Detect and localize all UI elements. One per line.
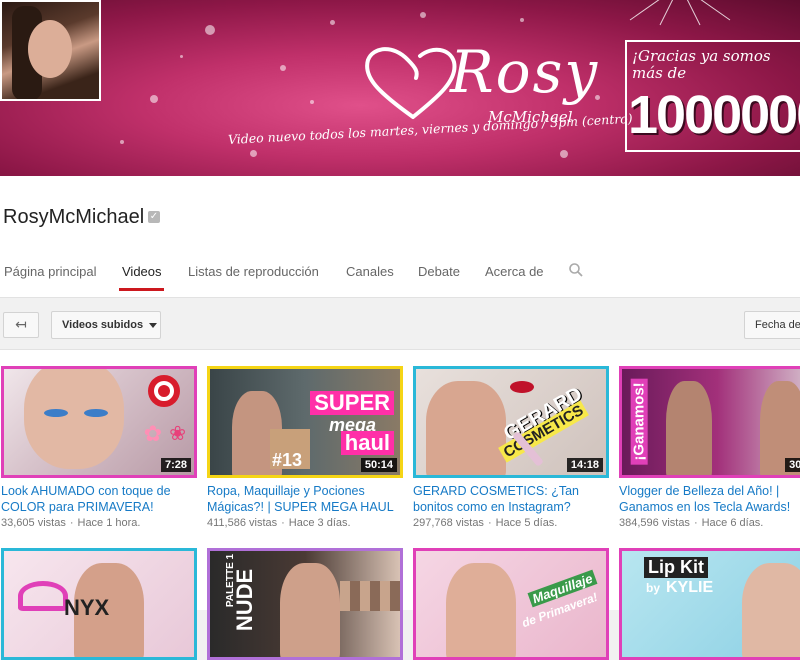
thumbnail-overlay-text: NUDE [232, 568, 258, 632]
filter-label: Videos subidos [62, 319, 144, 331]
video-title[interactable]: Look AHUMADO con toque de COLOR para PRI… [1, 483, 197, 515]
upload-age: Hace 1 hora. [77, 517, 141, 529]
arrow-back-icon: ↤ [15, 316, 27, 332]
video-meta: 411,586 vistas · Hace 3 días. [207, 517, 351, 529]
view-count: 411,586 vistas [207, 517, 278, 529]
video-duration: 30: [785, 458, 800, 472]
upload-age: Hace 6 días. [701, 517, 764, 529]
video-duration: 50:14 [360, 458, 397, 472]
video-card[interactable]: GERARD COSMETICS 14:18 GERARD COSMETICS:… [413, 366, 609, 529]
tab-channels[interactable]: Canales [346, 264, 394, 279]
video-thumbnail[interactable]: SUPER mega haul #13 50:14 [207, 366, 403, 478]
video-duration: 7:28 [160, 458, 191, 472]
video-meta: 33,605 vistas · Hace 1 hora. [1, 517, 141, 529]
caret-down-icon [149, 322, 158, 328]
tab-videos[interactable]: Videos [122, 264, 162, 279]
video-card[interactable]: SUPER mega haul #13 50:14 Ropa, Maquilla… [207, 366, 403, 529]
video-duration: 14:18 [566, 458, 603, 472]
tab-about[interactable]: Acerca de [485, 264, 544, 279]
video-thumbnail[interactable]: PALETTE 1 NUDE [207, 548, 403, 660]
video-thumbnail[interactable]: ✿ ❀ 7:28 [1, 366, 197, 478]
video-thumbnail[interactable]: NYX [1, 548, 197, 660]
upload-age: Hace 3 días. [288, 517, 351, 529]
video-thumbnail[interactable]: GERARD COSMETICS 14:18 [413, 366, 609, 478]
bikini-top-icon [18, 581, 68, 611]
channel-banner: Rosy McMichael Video nuevo todos los mar… [0, 0, 800, 176]
milestone-number: 1000000 [628, 85, 800, 145]
view-count: 384,596 vistas [619, 517, 690, 529]
thumbnail-overlay-text: KYLIE [666, 579, 714, 596]
video-thumbnail[interactable]: Lip Kit by KYLIE [619, 548, 800, 660]
upload-age: Hace 5 días. [495, 517, 558, 529]
lips-icon [510, 381, 534, 393]
search-icon[interactable] [568, 262, 584, 278]
milestone-text: ¡Gracias ya somos más de [632, 47, 771, 82]
video-meta: 384,596 vistas · Hace 6 días. [619, 517, 764, 529]
thumbnail-overlay-text: NYX [64, 595, 110, 620]
sort-dropdown[interactable]: Fecha de [744, 311, 800, 339]
channel-avatar[interactable] [0, 0, 101, 101]
video-card[interactable]: ✿ ❀ 7:28 Look AHUMADO con toque de COLOR… [1, 366, 197, 529]
brand-wordmark: Rosy [450, 38, 600, 106]
channel-tabs: Página principal Videos Listas de reprod… [0, 254, 800, 292]
check-badge-icon: ✓ [148, 211, 160, 223]
video-thumbnail[interactable]: ¡Ganamos! 30: [619, 366, 800, 478]
thumbnail-overlay-text: by [646, 581, 661, 595]
target-logo-icon [148, 375, 180, 407]
video-card[interactable]: Lip Kit by KYLIE [619, 548, 800, 660]
back-button[interactable]: ↤ [3, 312, 39, 338]
video-card[interactable]: NYX [1, 548, 197, 660]
flower-icon: ✿ [143, 421, 162, 446]
video-title[interactable]: Vlogger de Belleza del Año! | Ganamos en… [619, 483, 800, 515]
video-grid: ✿ ❀ 7:28 Look AHUMADO con toque de COLOR… [0, 350, 800, 660]
videos-toolbar: ↤ Videos subidos Fecha de [0, 298, 800, 350]
tab-home[interactable]: Página principal [4, 264, 97, 279]
video-card[interactable]: ¡Ganamos! 30: Vlogger de Belleza del Año… [619, 366, 800, 529]
thumbnail-overlay-text: haul [340, 431, 394, 455]
thumbnail-overlay-text: Lip Kit [644, 557, 708, 578]
tab-discussion[interactable]: Debate [418, 264, 460, 279]
sort-label: Fecha de [755, 319, 800, 331]
active-tab-indicator [119, 288, 164, 291]
tab-playlists[interactable]: Listas de reproducción [188, 264, 319, 279]
view-count: 33,605 vistas [1, 517, 66, 529]
channel-name[interactable]: RosyMcMichael [3, 206, 144, 229]
video-title[interactable]: Ropa, Maquillaje y Pociones Mágicas?! | … [207, 483, 403, 515]
video-card[interactable]: PALETTE 1 NUDE [207, 548, 403, 660]
tulip-icon: ❀ [169, 423, 186, 445]
channel-header: RosyMcMichael ✓ Página principal Videos … [0, 176, 800, 298]
uploads-filter-dropdown[interactable]: Videos subidos [51, 311, 161, 339]
video-title[interactable]: GERARD COSMETICS: ¿Tan bonitos como en I… [413, 483, 609, 515]
view-count: 297,768 vistas [413, 517, 484, 529]
video-meta: 297,768 vistas · Hace 5 días. [413, 517, 558, 529]
video-thumbnail[interactable]: Maquillaje de Primavera! [413, 548, 609, 660]
thumbnail-overlay-text: #13 [272, 450, 303, 470]
thumbnail-overlay-text: ¡Ganamos! [630, 378, 648, 465]
thumbnail-overlay-text: SUPER [310, 391, 394, 415]
video-card[interactable]: Maquillaje de Primavera! [413, 548, 609, 660]
eyeshadow-palette-icon [340, 581, 400, 611]
